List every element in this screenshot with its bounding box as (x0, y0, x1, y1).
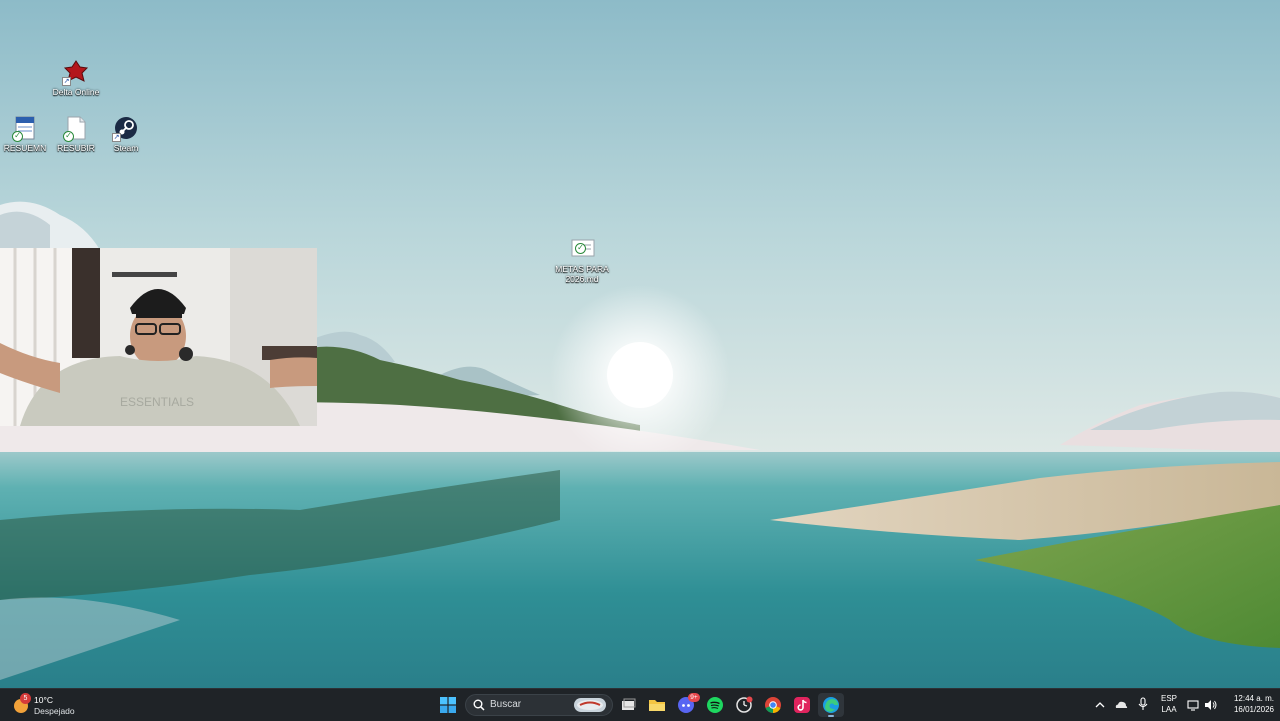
taskbar-search[interactable]: Buscar (465, 694, 613, 716)
spotify-icon (707, 697, 723, 713)
microphone-icon (1138, 697, 1148, 710)
chevron-up-icon (1095, 702, 1105, 708)
shortcut-arrow-icon: ↗ (112, 133, 121, 142)
steam-icon: ↗ (112, 115, 139, 142)
search-placeholder: Buscar (490, 699, 522, 710)
desktop-icon-steam[interactable]: ↗ Steam (97, 115, 155, 153)
clock-tray[interactable]: 12:44 a. m. 16/01/2026 (1222, 693, 1274, 717)
clock-app-icon (736, 696, 753, 713)
task-view-icon (622, 698, 636, 710)
tray-overflow-chevron[interactable] (1094, 698, 1106, 710)
desktop-icon-label: RESUEMN (3, 143, 47, 153)
network-icon (1187, 700, 1199, 711)
language-code: ESP (1160, 694, 1177, 703)
desktop-icon-label: Steam (113, 143, 139, 153)
search-highlight-image (574, 698, 606, 712)
start-icon (440, 697, 456, 713)
language-indicator[interactable]: ESP LAA (1157, 693, 1181, 717)
volume-tray[interactable] (1204, 698, 1218, 710)
onedrive-icon (1115, 701, 1128, 708)
weather-condition: Despejado (34, 706, 75, 716)
markdown-file-icon: ✓ (569, 236, 595, 262)
discord-button[interactable]: 9+ (673, 693, 700, 717)
sync-check-icon: ✓ (12, 131, 23, 142)
weather-widget[interactable]: 5 10°C Despejado (10, 692, 90, 718)
desktop-icon-label: METAS PARA 2026.md (555, 264, 609, 284)
spotify-button[interactable] (702, 693, 728, 717)
discord-badge: 9+ (688, 693, 700, 702)
chrome-icon (765, 697, 781, 714)
taskbar: 5 10°C Despejado Buscar 9+ ESP LAA 12:44… (0, 688, 1280, 721)
network-tray[interactable] (1187, 698, 1201, 711)
desktop-icon-delta-online[interactable]: ↗ Delta Online (47, 59, 105, 97)
onedrive-tray[interactable] (1114, 698, 1128, 710)
clock-date: 16/01/2026 (1233, 705, 1274, 714)
sync-check-icon: ✓ (575, 243, 586, 254)
file-explorer-button[interactable] (644, 693, 670, 717)
text-file-icon: ✓ (63, 115, 89, 142)
clock-time: 12:44 a. m. (1233, 694, 1274, 703)
chrome-button[interactable] (760, 693, 786, 717)
shortcut-arrow-icon: ↗ (62, 77, 71, 86)
tiktok-button[interactable] (789, 693, 815, 717)
sync-check-icon: ✓ (63, 131, 74, 142)
delta-online-icon: ↗ (62, 59, 89, 86)
task-view-button[interactable] (615, 693, 641, 717)
search-icon (473, 699, 485, 711)
weather-alert-badge: 5 (20, 693, 31, 704)
microphone-tray[interactable] (1137, 697, 1149, 711)
shirt-text: ESSENTIALS (120, 395, 194, 409)
keyboard-layout: LAA (1161, 705, 1177, 714)
webcam-overlay[interactable]: ESSENTIALS (0, 248, 317, 426)
desktop-icon-metas-para-2026[interactable]: ✓ METAS PARA 2026.md (553, 236, 611, 284)
desktop-icon-resuemn[interactable]: ✓ RESUEMN (0, 115, 54, 153)
weather-temperature: 10°C (34, 695, 53, 705)
edge-button[interactable] (818, 693, 844, 717)
volume-icon (1205, 700, 1217, 710)
start-button[interactable] (435, 693, 461, 717)
edge-icon (823, 697, 839, 713)
desktop-icon-label: Delta Online (52, 87, 100, 97)
file-explorer-icon (649, 700, 665, 711)
spreadsheet-file-icon: ✓ (12, 115, 38, 142)
clock-app-button[interactable] (731, 693, 757, 717)
tiktok-icon (794, 697, 810, 713)
